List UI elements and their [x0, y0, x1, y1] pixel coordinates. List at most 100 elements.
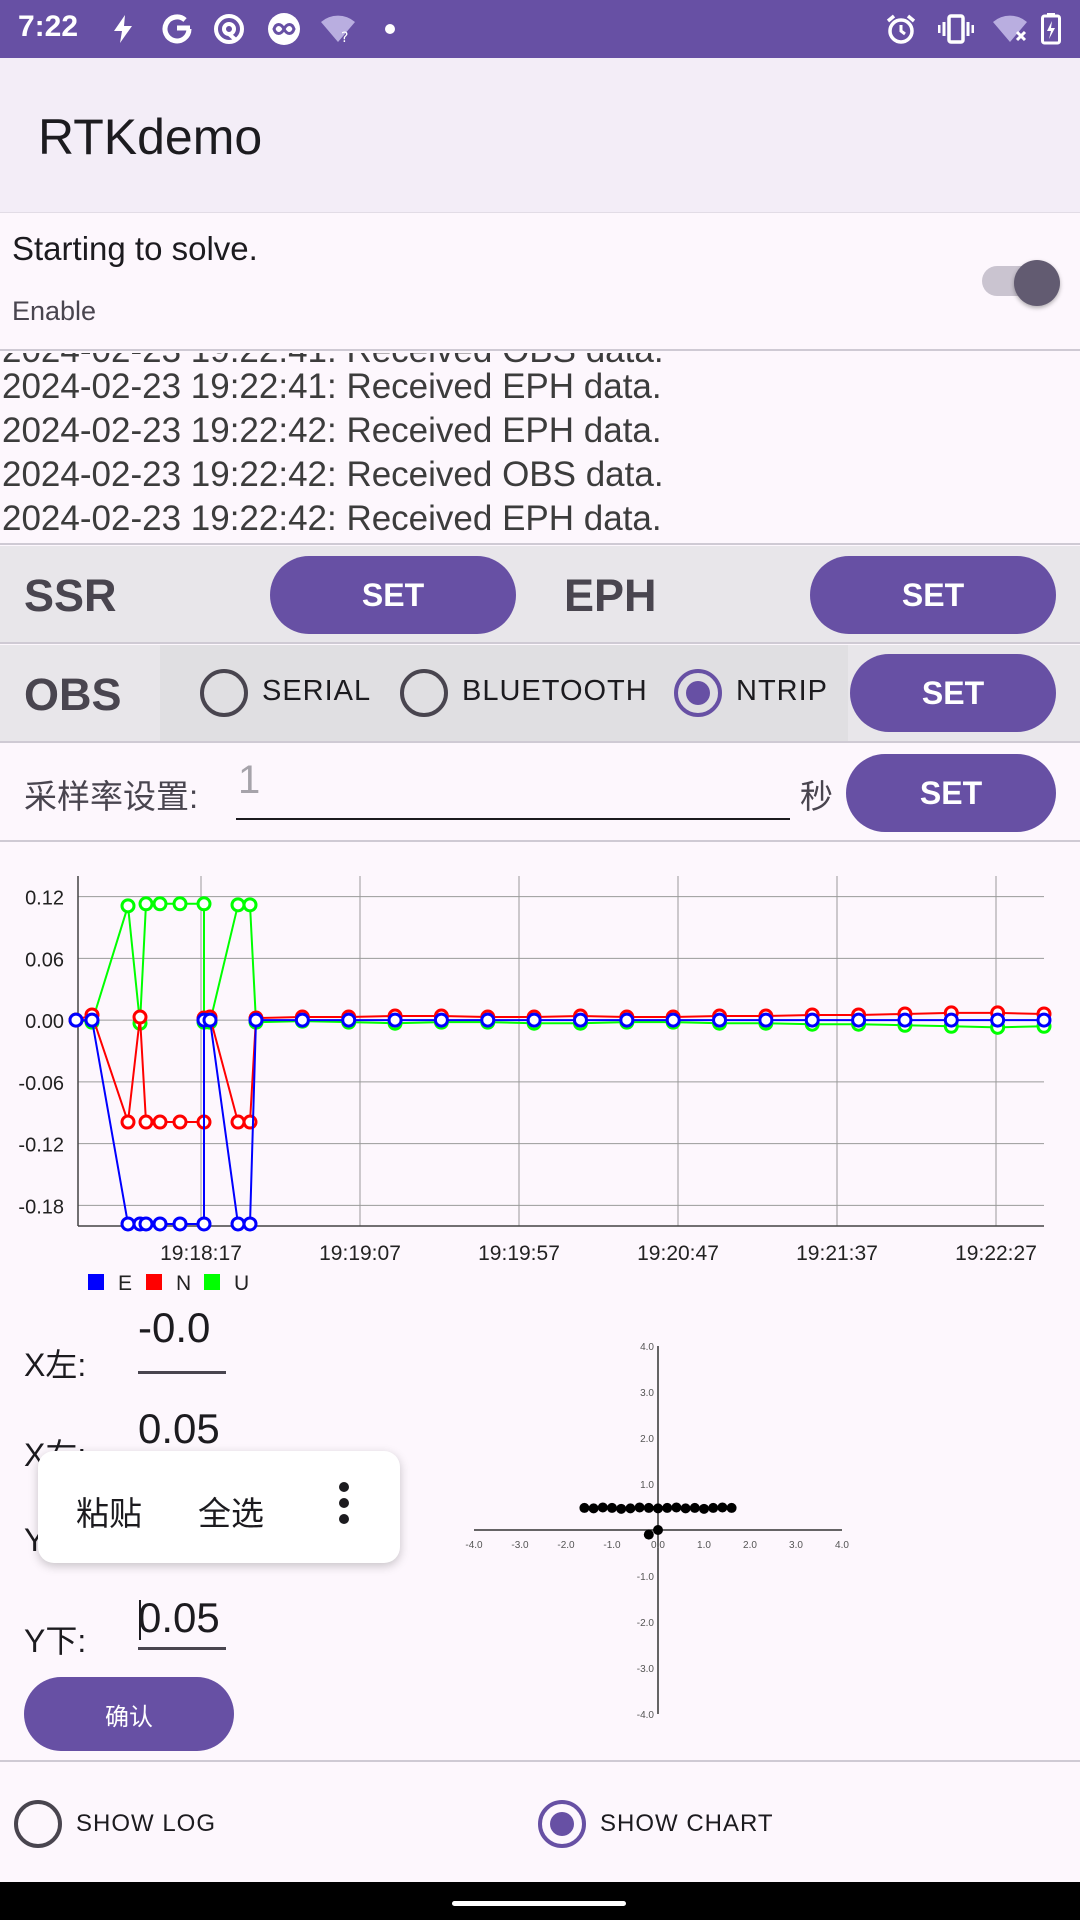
log-panel[interactable]: 2024-02-23 19:22:41: Received OBS data. …	[0, 353, 1080, 545]
y-down-input[interactable]: 0.05	[138, 1594, 226, 1650]
data-point-e	[341, 1012, 357, 1028]
enu-line-chart[interactable]: 0.12 0.06 0.00 -0.06 -0.12 -0.18 19:18:17 19:19…	[0, 864, 1080, 1304]
legend-swatch-u	[204, 1274, 220, 1290]
sample-rate-set-button[interactable]: SET	[846, 754, 1056, 832]
show-chart-label[interactable]: SHOW CHART	[600, 1810, 774, 1838]
legend-label-u: U	[234, 1272, 249, 1295]
location-icon	[212, 14, 246, 44]
y-tick-label: 0.00	[25, 1011, 64, 1033]
view-mode-row: SHOW LOG SHOW CHART	[0, 1760, 1080, 1882]
data-point-e	[294, 1012, 310, 1028]
bluetooth-radio[interactable]	[400, 669, 448, 717]
enable-switch[interactable]	[980, 260, 1060, 306]
obs-set-button[interactable]: SET	[850, 654, 1056, 732]
position-scatter-plot[interactable]: -4.0 -3.0 -2.0 -1.0 0.0 1.0 2.0 3.0 4.0 4.0 3.0 2.0…	[460, 1330, 860, 1730]
y-tick-label: -0.12	[18, 1135, 64, 1157]
scatter-x-tick-label: 2.0	[743, 1540, 757, 1551]
ntrip-label[interactable]: NTRIP	[736, 675, 828, 708]
google-icon	[160, 14, 194, 44]
obs-label: OBS	[24, 669, 122, 720]
ssr-eph-row: SSR SET EPH SET	[0, 546, 1080, 644]
data-point-u	[152, 896, 168, 912]
scatter-x-tick-label: -1.0	[603, 1540, 621, 1551]
data-point-e	[202, 1012, 218, 1028]
data-point-n	[152, 1114, 168, 1130]
app-title: RTKdemo	[38, 109, 263, 165]
text-cursor	[139, 1600, 141, 1640]
show-log-radio[interactable]	[14, 1800, 62, 1848]
sample-rate-row: 采样率设置: 1 秒 SET	[0, 744, 1080, 842]
text-context-menu: 粘贴 全选	[38, 1451, 400, 1563]
data-point-e	[480, 1012, 496, 1028]
scatter-point	[625, 1503, 636, 1514]
scatter-point	[643, 1529, 654, 1540]
data-point-u	[242, 897, 258, 913]
select-all-menu-item[interactable]: 全选	[198, 1487, 264, 1535]
y-down-label: Y下:	[24, 1623, 87, 1659]
navigation-bar	[0, 1882, 1080, 1920]
sample-rate-input[interactable]: 1	[236, 758, 790, 820]
x-tick-label: 19:20:47	[637, 1242, 719, 1265]
data-point-u	[196, 896, 212, 912]
serial-radio[interactable]	[200, 669, 248, 717]
vibrate-icon	[938, 14, 974, 44]
data-point-u	[138, 896, 154, 912]
obs-row: OBS SERIAL BLUETOOTH NTRIP SET	[0, 645, 1080, 743]
home-gesture-handle[interactable]	[452, 1901, 626, 1906]
scatter-point	[699, 1503, 709, 1514]
eph-label: EPH	[564, 570, 657, 621]
data-point-e	[120, 1216, 136, 1232]
show-chart-radio[interactable]	[538, 1800, 586, 1848]
y-down-value: 0.05	[138, 1594, 220, 1641]
data-point-u	[230, 897, 246, 913]
data-point-n	[172, 1114, 188, 1130]
y-tick-label: 0.12	[25, 888, 64, 910]
show-log-label[interactable]: SHOW LOG	[76, 1810, 216, 1838]
scatter-y-tick-label: -4.0	[637, 1710, 655, 1721]
enable-label: Enable	[12, 296, 97, 326]
wifi-question-icon: ?	[318, 14, 358, 44]
legend-swatch-e	[88, 1274, 104, 1290]
scatter-point	[597, 1502, 608, 1513]
legend-label-e: E	[118, 1272, 132, 1295]
scatter-x-tick-label: -3.0	[511, 1540, 529, 1551]
scatter-y-tick-label: 4.0	[640, 1342, 654, 1353]
data-point-e	[242, 1216, 258, 1232]
bluetooth-label[interactable]: BLUETOOTH	[462, 675, 648, 708]
ssr-set-button[interactable]: SET	[270, 556, 516, 634]
status-row: Starting to solve. Enable	[0, 214, 1080, 351]
x-left-input[interactable]: -0.0	[138, 1312, 226, 1374]
data-point-e	[526, 1012, 542, 1028]
scatter-x-tick-label: 0.0	[651, 1540, 665, 1551]
serial-label[interactable]: SERIAL	[262, 675, 371, 708]
x-tick-label: 19:18:17	[160, 1242, 242, 1265]
battery-charging-icon	[1040, 13, 1062, 45]
data-point-u	[172, 896, 188, 912]
data-point-e	[196, 1216, 212, 1232]
scatter-y-tick-label: -3.0	[637, 1664, 655, 1675]
data-point-e	[897, 1012, 913, 1028]
dot-icon	[384, 14, 396, 44]
ntrip-radio[interactable]	[674, 669, 722, 717]
svg-text:?: ?	[341, 30, 348, 44]
scatter-point	[689, 1502, 700, 1513]
paste-menu-item[interactable]: 粘贴	[76, 1487, 142, 1535]
data-point-e	[387, 1012, 403, 1028]
y-tick-label: 0.06	[25, 949, 64, 971]
data-point-e	[943, 1012, 959, 1028]
data-point-e	[619, 1012, 635, 1028]
x-left-value: -0.0	[138, 1312, 211, 1351]
x-right-input[interactable]: 0.05	[138, 1405, 220, 1453]
confirm-button[interactable]: 确认	[24, 1677, 234, 1751]
data-point-u	[120, 898, 136, 914]
more-vert-icon[interactable]	[338, 1481, 350, 1533]
eph-set-button[interactable]: SET	[810, 556, 1056, 634]
scatter-y-tick-label: -1.0	[637, 1572, 655, 1583]
scatter-y-tick-label: 3.0	[640, 1388, 654, 1399]
log-line: 2024-02-23 19:22:42: Received EPH data.	[2, 499, 662, 538]
x-tick-label: 19:19:07	[319, 1242, 401, 1265]
scatter-point	[708, 1502, 719, 1513]
series-line-u	[75, 902, 1045, 1029]
scatter-point	[662, 1502, 673, 1513]
data-point-e	[990, 1012, 1006, 1028]
